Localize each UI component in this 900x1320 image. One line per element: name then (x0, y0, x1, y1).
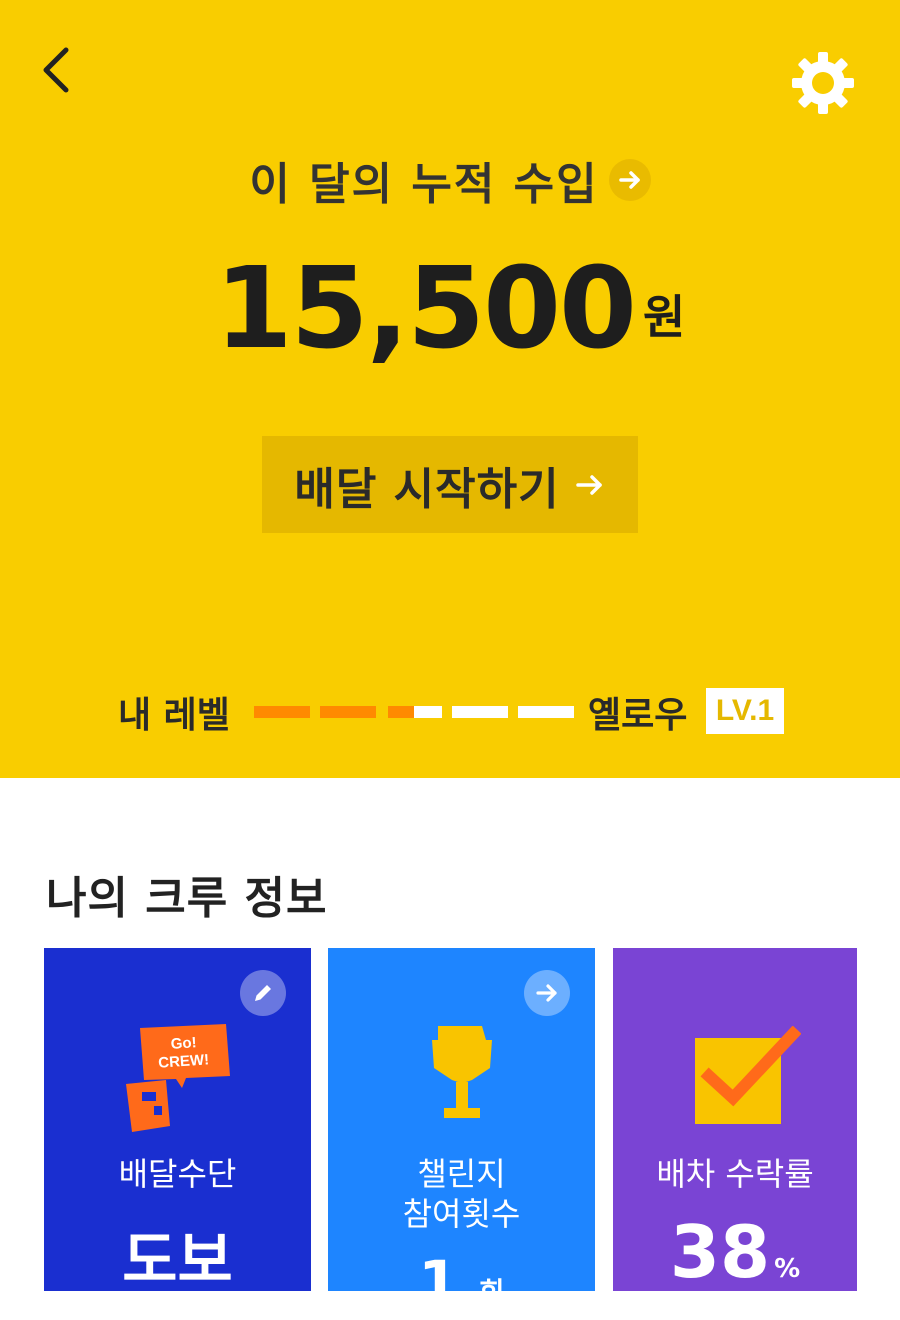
challenge-label-line2: 참여횟수 (402, 1195, 521, 1233)
earnings-amount-row: 15,500 원 (0, 225, 900, 365)
transport-value: 도보 (122, 1226, 233, 1291)
acceptance-rate-label: 배차 수락률 (656, 1155, 814, 1193)
level-progress-segment (414, 706, 442, 718)
level-row: 내 레벨 옐로우 LV.1 (0, 680, 900, 740)
earnings-unit: 원 (642, 290, 686, 344)
go-crew-icon: Go! CREW! (126, 1024, 230, 1132)
trophy-icon (432, 1026, 492, 1118)
edit-button[interactable] (240, 970, 286, 1016)
transport-label: 배달수단 (118, 1155, 237, 1193)
level-name: 옐로우 (588, 695, 688, 736)
challenge-card[interactable]: 챌린지 참여횟수 1 회 (328, 948, 595, 1291)
earnings-amount: 15,500 (214, 244, 637, 374)
level-progress-segment (320, 706, 376, 718)
challenge-link-button[interactable] (524, 970, 570, 1016)
gear-icon (792, 52, 854, 114)
start-delivery-label: 배달 시작하기 (294, 463, 560, 515)
level-progress-segment (254, 706, 310, 718)
challenge-label-line1: 챌린지 (417, 1155, 506, 1193)
go-text: Go! (170, 1034, 197, 1053)
acceptance-rate-unit: % (774, 1254, 801, 1284)
challenge-value: 1 (418, 1248, 459, 1291)
hero-section: 이 달의 누적 수입 15,500 원 배달 시작하기 내 레벨 옐로우 LV.… (0, 0, 900, 778)
monthly-earnings-link[interactable]: 이 달의 누적 수입 (0, 150, 900, 210)
transport-card[interactable]: Go! CREW! 배달수단 도보 (44, 948, 311, 1291)
earnings-title: 이 달의 누적 수입 (249, 159, 599, 210)
arrow-right-icon (536, 984, 557, 1002)
acceptance-rate-value: 38 (669, 1210, 771, 1291)
challenge-value-row: 1 회 (328, 1248, 595, 1291)
challenge-unit: 회 (479, 1276, 505, 1291)
level-progress-segment (518, 706, 574, 718)
level-label: 내 레벨 (118, 695, 230, 736)
level-badge: LV.1 (706, 688, 784, 734)
level-progress-segment (452, 706, 508, 718)
arrow-right-icon (575, 474, 602, 495)
back-button[interactable] (34, 42, 84, 98)
arrow-right-icon (608, 159, 651, 201)
acceptance-rate-value-row: 38% (613, 1210, 857, 1291)
level-progress-segment (388, 706, 414, 718)
acceptance-rate-card[interactable]: 배차 수락률 38% (613, 948, 857, 1291)
challenge-label: 챌린지 참여횟수 (328, 1154, 595, 1234)
start-delivery-button[interactable]: 배달 시작하기 (262, 436, 638, 533)
checkbox-checked-icon (695, 1026, 801, 1124)
crew-info-title: 나의 크루 정보 (46, 873, 328, 924)
chevron-left-icon (43, 47, 69, 93)
pencil-icon (255, 985, 271, 1001)
crew-text: CREW! (158, 1051, 210, 1072)
settings-button[interactable] (788, 50, 858, 116)
